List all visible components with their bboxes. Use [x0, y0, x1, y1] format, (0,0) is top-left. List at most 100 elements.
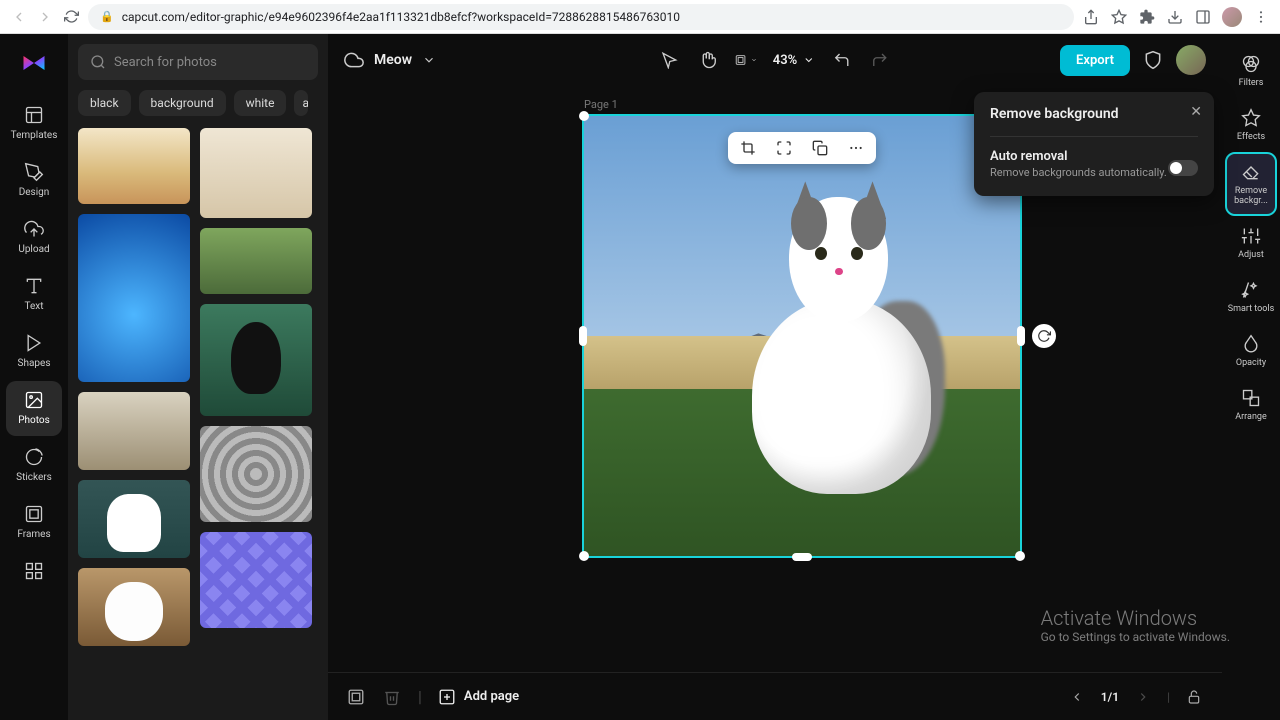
zoom-level[interactable]: 43% [773, 53, 815, 68]
rail-design[interactable]: Design [6, 153, 62, 208]
resize-handle[interactable] [1015, 551, 1025, 561]
back-icon[interactable] [10, 8, 28, 26]
rr-effects[interactable]: Effects [1227, 100, 1275, 150]
photo-thumb[interactable] [78, 392, 190, 470]
text-icon [23, 275, 45, 297]
panel-icon[interactable] [1194, 8, 1212, 26]
left-rail: Templates Design Upload Text Shapes Phot… [0, 34, 68, 720]
app-logo[interactable] [19, 48, 49, 78]
rr-adjust[interactable]: Adjust [1227, 218, 1275, 268]
next-page-icon[interactable] [1133, 687, 1153, 707]
extensions-icon[interactable] [1138, 8, 1156, 26]
cloud-icon [344, 50, 364, 70]
auto-removal-toggle[interactable] [1168, 160, 1198, 176]
rotate-handle[interactable] [1032, 324, 1056, 348]
resize-handle[interactable] [579, 326, 587, 346]
adjust-icon [1241, 226, 1261, 246]
forward-icon[interactable] [36, 8, 54, 26]
project-name: Meow [374, 52, 412, 68]
menu-icon[interactable] [1252, 8, 1270, 26]
popup-subtitle: Auto removal [990, 149, 1198, 164]
user-avatar[interactable] [1176, 45, 1206, 75]
undo-icon[interactable] [831, 49, 853, 71]
close-icon[interactable]: ✕ [1190, 104, 1202, 120]
chip-white[interactable]: white [234, 90, 287, 116]
rail-shapes[interactable]: Shapes [6, 324, 62, 379]
prev-page-icon[interactable] [1067, 687, 1087, 707]
project-name-group[interactable]: Meow [344, 50, 436, 70]
profile-avatar[interactable] [1222, 7, 1242, 27]
export-button[interactable]: Export [1060, 45, 1130, 76]
chip-background[interactable]: background [139, 90, 226, 116]
top-bar: Meow 43% Export [328, 34, 1222, 86]
reload-icon[interactable] [62, 8, 80, 26]
search-input[interactable]: Search for photos [78, 44, 318, 80]
crop-icon[interactable] [738, 138, 758, 158]
delete-icon[interactable] [382, 687, 402, 707]
canvas-zone[interactable]: Page 1 [328, 86, 1222, 672]
canvas-image [584, 116, 1020, 556]
resize-handle[interactable] [579, 111, 589, 121]
share-icon[interactable] [1082, 8, 1100, 26]
opacity-icon [1241, 334, 1261, 354]
rr-filters[interactable]: Filters [1227, 46, 1275, 96]
frames-icon [23, 503, 45, 525]
rail-photos[interactable]: Photos [6, 381, 62, 436]
photo-thumb[interactable] [78, 214, 190, 382]
resize-handle[interactable] [579, 551, 589, 561]
lock-icon: 🔒 [100, 10, 114, 23]
photos-icon [23, 389, 45, 411]
photo-thumb[interactable] [78, 480, 190, 558]
shapes-icon [23, 332, 45, 354]
upload-icon [23, 218, 45, 240]
search-placeholder: Search for photos [114, 55, 217, 70]
rail-text[interactable]: Text [6, 267, 62, 322]
photo-thumb[interactable] [200, 304, 312, 416]
design-icon [23, 161, 45, 183]
lock-icon[interactable] [1184, 687, 1204, 707]
filters-icon [1241, 54, 1261, 74]
right-rail: Filters Effects Remove backgr... Adjust … [1222, 34, 1280, 720]
photo-thumb[interactable] [200, 128, 312, 218]
resize-handle[interactable] [1017, 326, 1025, 346]
rail-templates[interactable]: Templates [6, 96, 62, 151]
chip-more[interactable]: a [294, 90, 308, 116]
resize-icon[interactable] [735, 49, 757, 71]
photo-thumb[interactable] [78, 128, 190, 204]
page-indicator: 1/1 [1101, 690, 1119, 704]
context-toolbar [728, 132, 876, 164]
star-icon[interactable] [1110, 8, 1128, 26]
rail-frames[interactable]: Frames [6, 495, 62, 550]
rail-more[interactable] [6, 552, 62, 592]
rail-stickers[interactable]: Stickers [6, 438, 62, 493]
rr-smart-tools[interactable]: Smart tools [1227, 272, 1275, 322]
add-page-button[interactable]: Add page [438, 688, 519, 706]
url-bar[interactable]: 🔒 capcut.com/editor-graphic/e94e9602396f… [88, 4, 1074, 30]
page-label: Page 1 [584, 98, 618, 111]
photo-thumb[interactable] [200, 532, 312, 628]
chevron-down-icon [422, 53, 436, 67]
resize-handle[interactable] [792, 553, 812, 561]
layers-icon[interactable] [346, 687, 366, 707]
download-icon[interactable] [1166, 8, 1184, 26]
rail-upload[interactable]: Upload [6, 210, 62, 265]
duplicate-icon[interactable] [810, 138, 830, 158]
rr-remove-background[interactable]: Remove backgr... [1227, 154, 1275, 214]
flip-icon[interactable] [774, 138, 794, 158]
hand-icon[interactable] [697, 49, 719, 71]
photo-thumb[interactable] [200, 228, 312, 294]
selection-frame[interactable] [582, 114, 1022, 558]
templates-icon [23, 104, 45, 126]
photo-thumb[interactable] [78, 568, 190, 646]
rr-arrange[interactable]: Arrange [1227, 380, 1275, 430]
photo-thumb[interactable] [200, 426, 312, 522]
chip-black[interactable]: black [78, 90, 131, 116]
shield-icon[interactable] [1142, 49, 1164, 71]
rr-opacity[interactable]: Opacity [1227, 326, 1275, 376]
more-icon [23, 560, 45, 582]
cursor-icon[interactable] [659, 49, 681, 71]
search-icon [90, 54, 106, 70]
redo-icon[interactable] [869, 49, 891, 71]
more-icon[interactable] [846, 138, 866, 158]
add-page-icon [438, 688, 456, 706]
